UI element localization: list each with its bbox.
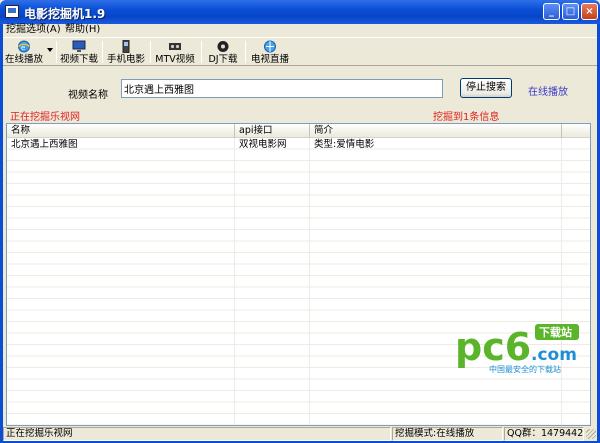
statusbar-qq-pane: QQ群：147944275: [504, 427, 584, 441]
toolbar-separator: [245, 41, 246, 63]
tv-live-label: 电视直播: [250, 54, 289, 65]
mobile-movie-label: 手机电影: [106, 54, 145, 65]
online-play-link[interactable]: 在线播放: [528, 83, 568, 98]
watermark-slogan: 中国最安全的下载站: [489, 364, 561, 374]
watermark-domain: .com: [531, 345, 577, 365]
results-list[interactable]: 名称 api接口 简介 北京遇上西雅图 双视电影网 类型:爱情电影: [6, 123, 591, 426]
window-frame-left: [0, 24, 3, 443]
column-divider: [234, 138, 235, 425]
online-play-button[interactable]: e 在线播放: [3, 39, 45, 66]
row-api-cell: 双视电影网: [239, 139, 287, 150]
online-play-label: 在线播放: [4, 54, 43, 65]
column-header-name[interactable]: 名称: [7, 124, 235, 138]
menu-help[interactable]: 帮助(H): [65, 24, 100, 36]
menu-mining-options[interactable]: 挖掘选项(A): [6, 24, 61, 36]
mining-status-text: 正在挖掘乐视网: [10, 112, 80, 123]
dj-download-button[interactable]: DJ下载: [204, 39, 242, 66]
title-bar[interactable]: 电影挖掘机1.9 _ □ ×: [0, 0, 600, 24]
resize-grip[interactable]: [586, 429, 596, 439]
toolbar-separator: [56, 41, 57, 63]
disc-icon: [217, 41, 229, 52]
mobile-phone-icon: [122, 40, 130, 53]
ie-globe-icon: e: [18, 40, 30, 53]
maximize-button[interactable]: □: [562, 3, 579, 20]
video-download-label: 视频下载: [59, 54, 98, 65]
row-name-cell: 北京遇上西雅图: [11, 139, 78, 150]
mobile-movie-button[interactable]: 手机电影: [106, 39, 146, 66]
statusbar-mining-pane: 正在挖掘乐视网: [3, 427, 391, 441]
window-title: 电影挖掘机1.9: [24, 7, 106, 21]
column-header-api[interactable]: api接口: [235, 124, 310, 138]
watermark-badge: 下载站: [539, 325, 572, 339]
video-name-input[interactable]: [121, 79, 443, 98]
mtv-video-button[interactable]: MTV视频: [153, 39, 197, 66]
toolbar: e 在线播放 视频下载 手机电影 MTV视频 DJ下载 电视直播: [3, 37, 597, 66]
mtv-video-label: MTV视频: [155, 54, 195, 65]
result-count-text: 挖掘到1条信息: [433, 112, 500, 123]
menu-bar: 挖掘选项(A) 帮助(H): [3, 24, 597, 37]
pc6-watermark-logo: pc6 .com 下载站 中国最安全的下载站: [455, 324, 579, 374]
stop-search-button[interactable]: 停止搜索: [460, 78, 512, 98]
column-divider: [309, 138, 310, 425]
minimize-button[interactable]: _: [543, 3, 560, 20]
video-download-button[interactable]: 视频下载: [59, 39, 99, 66]
list-rows: [7, 138, 590, 425]
statusbar-mode-pane: 挖掘模式:在线播放: [392, 427, 503, 441]
app-icon[interactable]: [5, 5, 19, 18]
toolbar-separator: [150, 41, 151, 63]
toolbar-separator: [102, 41, 103, 63]
svg-text:e: e: [21, 44, 25, 52]
watermark-brand: pc6: [455, 325, 531, 369]
dj-download-label: DJ下载: [208, 54, 238, 65]
row-desc-cell: 类型:爱情电影: [314, 139, 375, 150]
online-play-dropdown-arrow[interactable]: [47, 48, 53, 52]
toolbar-separator: [201, 41, 202, 63]
tv-live-button[interactable]: 电视直播: [249, 39, 291, 66]
video-name-label: 视频名称: [68, 90, 108, 101]
column-divider: [561, 138, 562, 425]
monitor-icon: [72, 40, 86, 52]
tv-globe-icon: [264, 40, 276, 53]
list-header: 名称 api接口 简介: [7, 124, 590, 138]
close-button[interactable]: ×: [581, 3, 598, 20]
column-header-desc[interactable]: 简介: [310, 124, 562, 138]
tape-icon: [169, 43, 181, 50]
status-bar: 正在挖掘乐视网 挖掘模式:在线播放 QQ群：147944275: [3, 427, 597, 441]
